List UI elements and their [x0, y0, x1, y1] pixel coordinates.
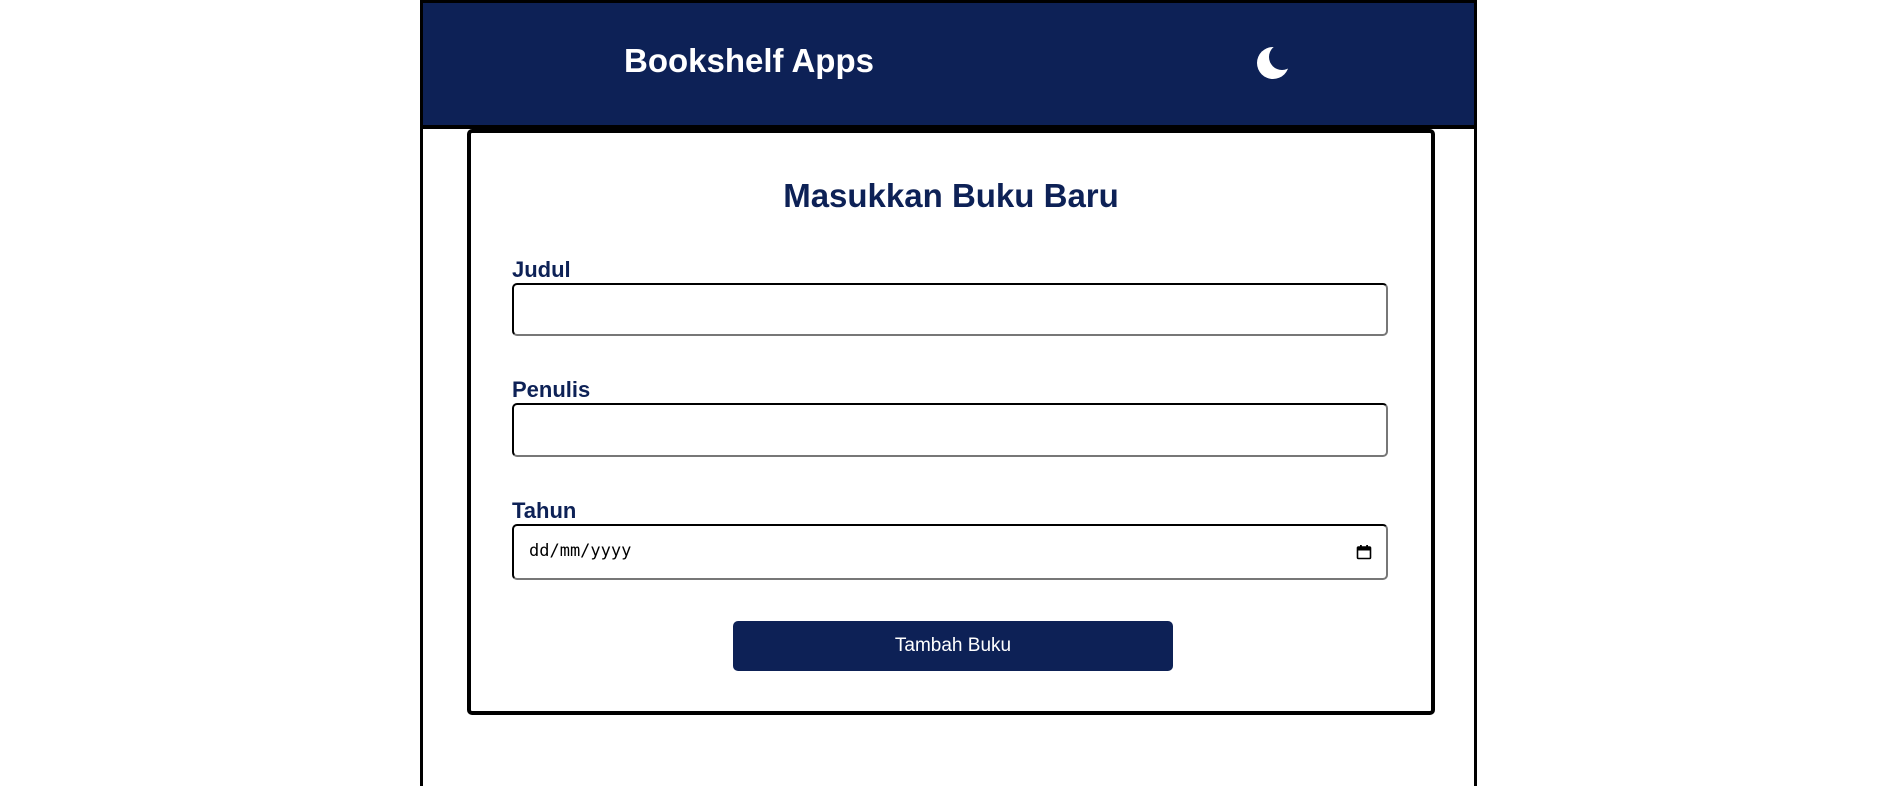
add-book-form: Masukkan Buku Baru Judul Penulis Tahun d…: [467, 129, 1435, 715]
form-title: Masukkan Buku Baru: [783, 177, 1119, 214]
year-label: Tahun: [512, 498, 577, 523]
year-date-input[interactable]: dd/mm/yyyy: [512, 524, 1388, 580]
theme-toggle-button[interactable]: [1255, 43, 1295, 83]
title-label: Judul: [512, 257, 571, 282]
app-title: Bookshelf Apps: [624, 42, 874, 79]
calendar-icon[interactable]: [1356, 544, 1372, 560]
author-label: Penulis: [512, 377, 591, 402]
app-container: Bookshelf Apps Masukkan Buku Baru Judul …: [420, 0, 1477, 786]
date-placeholder: dd/mm/yyyy: [529, 541, 632, 561]
title-input[interactable]: [512, 283, 1388, 336]
author-input[interactable]: [512, 403, 1388, 457]
app-header: Bookshelf Apps: [423, 3, 1474, 129]
add-book-button[interactable]: Tambah Buku: [733, 621, 1173, 671]
moon-icon: [1257, 47, 1289, 79]
